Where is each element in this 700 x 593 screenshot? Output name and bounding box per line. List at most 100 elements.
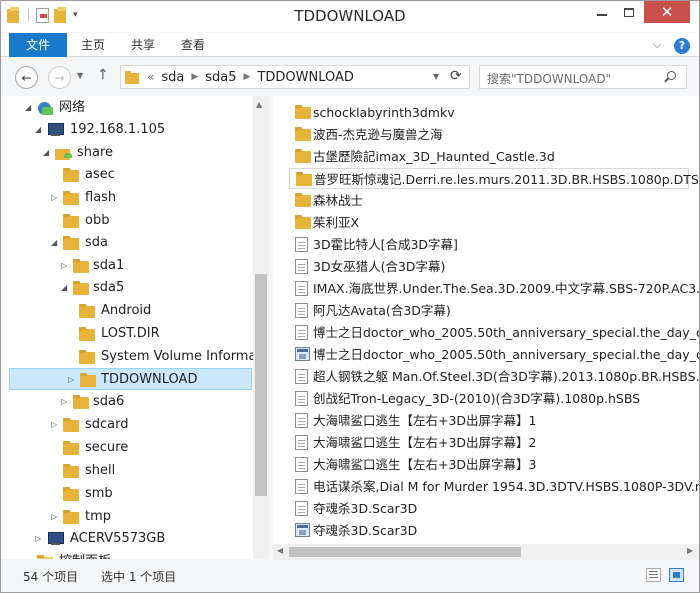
file-icon	[295, 457, 308, 472]
tree-item-label: sda	[85, 235, 108, 250]
breadcrumb-sda5[interactable]: sda5	[205, 70, 236, 85]
tree-item-sda5[interactable]: ◢ sda5	[15, 277, 251, 299]
navigation-pane: ◢ 网络 ◢ 192.168.1.105 ◢ share asec ▷ flas…	[1, 96, 269, 559]
tab-home[interactable]: 主页	[73, 33, 113, 57]
recent-locations-dropdown-icon[interactable]: ▼	[77, 71, 83, 80]
expand-icon[interactable]: ▷	[25, 551, 35, 559]
tree-item-secure[interactable]: secure	[15, 437, 251, 459]
tree-item-tmp[interactable]: ▷ tmp	[15, 506, 251, 528]
details-view-icon[interactable]	[646, 568, 661, 582]
tab-file[interactable]: 文件	[9, 33, 67, 57]
expand-icon[interactable]: ▷	[68, 369, 78, 391]
folder-icon	[73, 259, 89, 273]
tree-item-sda6[interactable]: ▷ sda6	[15, 391, 251, 413]
file-name: schocklabyrinth3dmkv	[313, 105, 455, 120]
tree-item-tddownload[interactable]: ▷ TDDOWNLOAD	[9, 368, 252, 390]
folder-icon	[295, 149, 311, 163]
scroll-right-icon[interactable]: ▶	[687, 546, 693, 555]
tree-item-lost-dir[interactable]: LOST.DIR	[15, 323, 251, 345]
list-item-hovered[interactable]: 普罗旺斯惊魂记.Derri.re.les.murs.2011.3D.BR.HSB…	[289, 168, 699, 189]
tree-item-network[interactable]: ◢ 网络	[15, 97, 251, 119]
help-icon[interactable]: ?	[674, 38, 690, 54]
folder-icon	[79, 350, 95, 364]
address-bar[interactable]: « sda ▶ sda5 ▶ TDDOWNLOAD ▼ ⟳	[120, 65, 470, 89]
tab-view[interactable]: 查看	[173, 33, 213, 57]
tree-item-sda1[interactable]: ▷ sda1	[15, 255, 251, 277]
search-input[interactable]: 搜索"TDDOWNLOAD"	[479, 65, 687, 89]
folder-icon	[295, 127, 311, 141]
chevron-right-icon[interactable]: ▶	[244, 72, 251, 82]
expand-icon[interactable]: ▷	[61, 255, 71, 277]
file-name: 博士之日doctor_who_2005.50th_anniversary_spe…	[313, 325, 699, 340]
folder-icon	[296, 172, 312, 186]
tree-item-label: 控制面板	[59, 551, 111, 559]
breadcrumb-tddownload[interactable]: TDDOWNLOAD	[257, 70, 353, 85]
tree-item-obb[interactable]: obb	[15, 210, 251, 232]
search-icon[interactable]	[664, 71, 676, 83]
back-button[interactable]: ←	[15, 66, 38, 89]
file-icon	[295, 281, 308, 296]
tree-item-shell[interactable]: shell	[15, 460, 251, 482]
scroll-left-icon[interactable]: ◀	[277, 546, 283, 555]
folder-icon	[63, 236, 79, 250]
shared-folder-icon	[55, 146, 73, 160]
chevron-right-icon[interactable]: ▶	[191, 72, 198, 82]
expand-ribbon-icon[interactable]: ⌵	[653, 38, 661, 52]
tree-item-share[interactable]: ◢ share	[15, 142, 251, 164]
breadcrumb-overflow[interactable]: «	[147, 70, 154, 84]
tree-item-label: sda6	[93, 394, 125, 409]
tree-item-sda[interactable]: ◢ sda	[15, 232, 251, 254]
file-name: 夺魂杀3D.Scar3D	[313, 501, 418, 516]
scroll-up-icon[interactable]: ▲	[256, 100, 262, 109]
tree-item-label: sda5	[93, 280, 125, 295]
expand-icon[interactable]: ▷	[51, 187, 61, 209]
navigation-bar: ← → ▼ ↑ « sda ▶ sda5 ▶ TDDOWNLOAD ▼ ⟳ 搜索…	[1, 58, 699, 96]
tree-item-control-panel[interactable]: ▷ 控制面板	[15, 551, 251, 559]
file-icon	[295, 369, 308, 384]
tree-item-flash[interactable]: ▷ flash	[15, 187, 251, 209]
tree-item-android[interactable]: Android	[15, 300, 251, 322]
file-icon	[295, 435, 308, 450]
status-bar: 54 个项目 选中 1 个项目	[1, 560, 699, 592]
collapse-icon[interactable]: ◢	[35, 119, 45, 141]
tree-item-acerv5573gb[interactable]: ▷ ACERV5573GB	[15, 528, 251, 550]
forward-button[interactable]: →	[48, 66, 71, 89]
horizontal-scrollbar-thumb[interactable]	[289, 547, 521, 557]
video-file-icon	[295, 523, 310, 537]
address-dropdown-icon[interactable]: ▼	[433, 72, 439, 81]
tree-item-label: LOST.DIR	[101, 326, 160, 341]
tree-scrollbar-thumb[interactable]	[255, 274, 267, 496]
large-icons-view-icon[interactable]	[669, 568, 684, 582]
file-name: 大海啸鲨口逃生【左右+3D出屏字幕】1	[313, 413, 537, 428]
collapse-icon[interactable]: ◢	[61, 277, 71, 299]
tree-item-label: secure	[85, 440, 129, 455]
computer-icon	[47, 532, 65, 546]
file-name: IMAX.海底世界.Under.The.Sea.3D.2009.中文字幕.SBS…	[313, 281, 699, 296]
maximize-button[interactable]	[616, 1, 642, 23]
close-button[interactable]: ✕	[644, 1, 690, 23]
file-icon	[295, 237, 308, 252]
collapse-icon[interactable]: ◢	[25, 97, 35, 119]
expand-icon[interactable]: ▷	[61, 391, 71, 413]
tree-item-192-168-1-105[interactable]: ◢ 192.168.1.105	[15, 119, 251, 141]
tree-item-smb[interactable]: smb	[15, 483, 251, 505]
file-name: 博士之日doctor_who_2005.50th_anniversary_spe…	[313, 347, 699, 362]
collapse-icon[interactable]: ◢	[43, 142, 53, 164]
up-button[interactable]: ↑	[97, 67, 109, 83]
folder-icon	[63, 441, 79, 455]
tree-item-sdcard[interactable]: ▷ sdcard	[15, 414, 251, 436]
folder-icon	[63, 168, 79, 182]
file-icon	[295, 413, 308, 428]
expand-icon[interactable]: ▷	[35, 528, 45, 550]
tree-item-asec[interactable]: asec	[15, 164, 251, 186]
breadcrumb-sda[interactable]: sda	[161, 70, 184, 85]
file-icon	[295, 325, 308, 340]
refresh-icon[interactable]: ⟳	[450, 68, 462, 84]
collapse-icon[interactable]: ◢	[51, 232, 61, 254]
expand-icon[interactable]: ▷	[51, 414, 61, 436]
tree-item-system-volume-information[interactable]: System Volume Informat	[15, 346, 262, 368]
expand-icon[interactable]: ▷	[51, 506, 61, 528]
control-panel-icon	[37, 555, 53, 559]
minimize-button[interactable]	[589, 1, 615, 23]
tab-share[interactable]: 共享	[123, 33, 163, 57]
